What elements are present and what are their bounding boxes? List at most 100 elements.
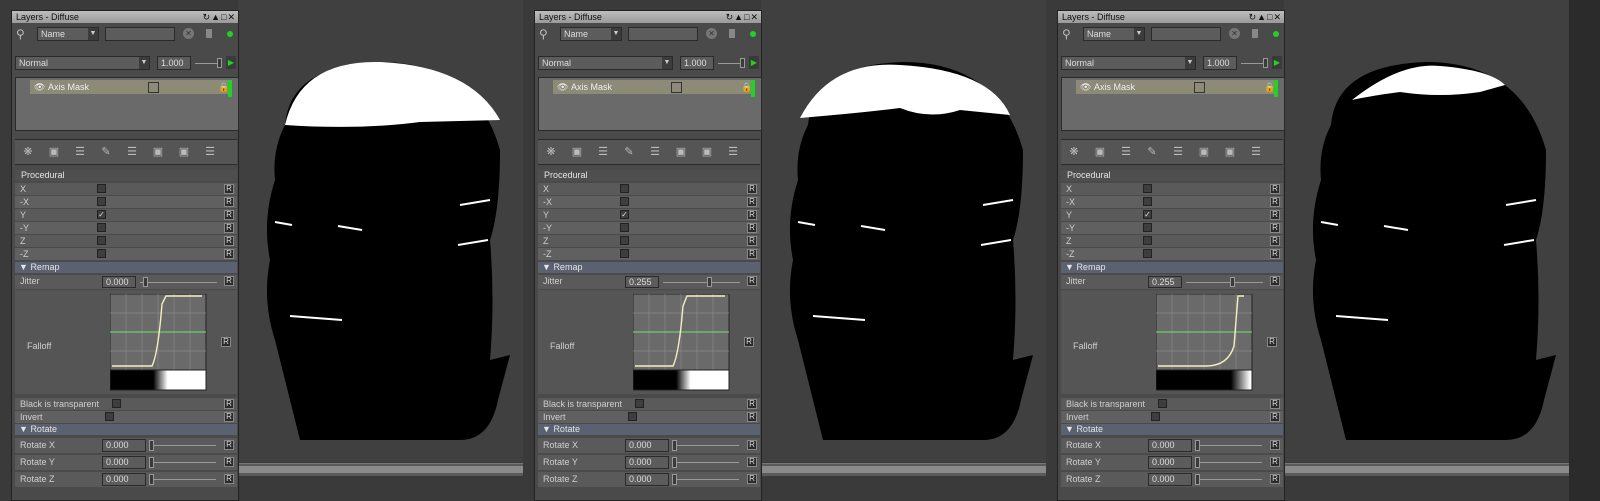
black-transparent-checkbox[interactable] (635, 399, 644, 408)
opacity-slider[interactable] (1241, 63, 1265, 64)
reset-button[interactable]: R (747, 457, 757, 467)
reset-button[interactable]: R (1270, 276, 1280, 286)
section-rotate[interactable]: ▼ Rotate (15, 424, 237, 435)
opacity-slider-knob[interactable] (217, 58, 222, 68)
eye-icon[interactable]: 👁 (34, 80, 45, 94)
play-icon[interactable]: ▶ (226, 56, 236, 69)
rotate-x-slider[interactable] (1200, 445, 1262, 446)
layer-item[interactable]: 👁 Axis Mask 🔒 (1076, 80, 1278, 97)
axis-checkbox[interactable] (620, 184, 629, 193)
reset-button[interactable]: R (747, 184, 757, 194)
jitter-slider-knob[interactable] (143, 277, 148, 287)
reset-button[interactable]: R (747, 412, 757, 422)
reset-button[interactable]: R (224, 223, 234, 233)
reset-button[interactable]: R (224, 440, 234, 450)
rotate-x-input[interactable]: 0.000 (625, 439, 669, 452)
search-field-dropdown[interactable]: Name ▼ (1083, 27, 1145, 41)
jitter-slider[interactable] (663, 282, 740, 283)
axis-checkbox[interactable]: ✓ (1143, 210, 1152, 219)
rotate-x-slider[interactable] (677, 445, 739, 446)
reset-button[interactable]: R (1270, 236, 1280, 246)
reset-button[interactable]: R (1270, 440, 1280, 450)
viewport-3d[interactable] (761, 0, 1046, 462)
rotate-y-slider[interactable] (1200, 462, 1262, 463)
black-transparent-checkbox[interactable] (1158, 399, 1167, 408)
reset-button[interactable]: R (221, 337, 231, 347)
list-icon[interactable]: ☰ (1249, 146, 1263, 158)
add-procedural-icon[interactable]: ❋ (544, 146, 558, 158)
opacity-input[interactable]: 1.000 (1203, 56, 1237, 70)
search-icon[interactable]: ⚲ (539, 27, 553, 41)
window-buttons[interactable]: ↻▲□✕ (1249, 11, 1282, 23)
add-adjustment-icon[interactable]: ☰ (73, 146, 87, 158)
reset-button[interactable]: R (224, 184, 234, 194)
search-icon[interactable]: ⚲ (1062, 27, 1076, 41)
reset-button[interactable]: R (747, 223, 757, 233)
opacity-slider[interactable] (195, 63, 219, 64)
invert-checkbox[interactable] (1151, 412, 1160, 421)
falloff-curve-editor[interactable] (1156, 294, 1254, 394)
section-remap[interactable]: ▼ Remap (538, 262, 760, 273)
axis-checkbox[interactable] (1143, 197, 1152, 206)
play-icon[interactable]: ▶ (1272, 56, 1282, 69)
jitter-slider[interactable] (140, 282, 217, 283)
eye-icon[interactable]: 👁 (1080, 80, 1091, 94)
horizontal-scrollbar[interactable] (1284, 463, 1569, 476)
reset-button[interactable]: R (224, 457, 234, 467)
axis-checkbox[interactable]: ✓ (97, 210, 106, 219)
axis-checkbox[interactable]: ✓ (620, 210, 629, 219)
reset-button[interactable]: R (224, 399, 234, 409)
blend-mode-dropdown[interactable]: Normal ▼ (15, 56, 150, 70)
eye-icon[interactable]: 👁 (557, 80, 568, 94)
axis-checkbox[interactable] (1143, 223, 1152, 232)
rotate-z-input[interactable]: 0.000 (1148, 473, 1192, 486)
rotate-z-slider[interactable] (154, 479, 216, 480)
section-rotate[interactable]: ▼ Rotate (538, 424, 760, 435)
toggle-icon[interactable] (206, 29, 212, 38)
rotate-y-input[interactable]: 0.000 (1148, 456, 1192, 469)
reset-button[interactable]: R (1270, 249, 1280, 259)
scrollbar-thumb[interactable] (761, 466, 1046, 473)
reset-button[interactable]: R (1270, 197, 1280, 207)
list-icon[interactable]: ☰ (726, 146, 740, 158)
add-adjustment-icon[interactable]: ☰ (1119, 146, 1133, 158)
search-input[interactable] (105, 27, 175, 41)
falloff-curve-editor[interactable] (633, 294, 731, 394)
panel-titlebar[interactable]: Layers - Diffuse ↻▲□✕ (12, 11, 238, 23)
add-adjustment-icon[interactable]: ☰ (596, 146, 610, 158)
jitter-slider[interactable] (1186, 282, 1263, 283)
add-layer-icon[interactable]: ▣ (47, 146, 61, 158)
horizontal-scrollbar[interactable] (238, 463, 523, 476)
reset-button[interactable]: R (1270, 457, 1280, 467)
add-mask-icon[interactable]: ▣ (700, 146, 714, 158)
list-icon[interactable]: ☰ (203, 146, 217, 158)
axis-checkbox[interactable] (620, 223, 629, 232)
reset-button[interactable]: R (1267, 337, 1277, 347)
rotate-x-input[interactable]: 0.000 (1148, 439, 1192, 452)
axis-checkbox[interactable] (1143, 236, 1152, 245)
reset-button[interactable]: R (224, 412, 234, 422)
clear-icon[interactable]: ✕ (706, 28, 717, 39)
rotate-z-slider[interactable] (677, 479, 739, 480)
toggle-icon[interactable] (1252, 29, 1258, 38)
rotate-y-input[interactable]: 0.000 (625, 456, 669, 469)
add-procedural-icon[interactable]: ❋ (21, 146, 35, 158)
search-icon[interactable]: ⚲ (16, 27, 30, 41)
toggle-icon[interactable] (729, 29, 735, 38)
rotate-z-input[interactable]: 0.000 (102, 473, 146, 486)
reset-button[interactable]: R (1270, 399, 1280, 409)
axis-checkbox[interactable] (620, 197, 629, 206)
scrollbar-thumb[interactable] (1284, 466, 1569, 473)
horizontal-scrollbar[interactable] (761, 463, 1046, 476)
jitter-input[interactable]: 0.000 (102, 276, 136, 288)
rotate-y-slider[interactable] (154, 462, 216, 463)
duplicate-layer-icon[interactable]: ▣ (151, 146, 165, 158)
search-field-dropdown[interactable]: Name ▼ (37, 27, 99, 41)
jitter-input[interactable]: 0.255 (625, 276, 659, 288)
axis-checkbox[interactable] (1143, 249, 1152, 258)
opacity-slider-knob[interactable] (1263, 58, 1268, 68)
reset-button[interactable]: R (747, 236, 757, 246)
axis-checkbox[interactable] (620, 236, 629, 245)
reset-button[interactable]: R (747, 440, 757, 450)
window-buttons[interactable]: ↻▲□✕ (203, 11, 236, 23)
